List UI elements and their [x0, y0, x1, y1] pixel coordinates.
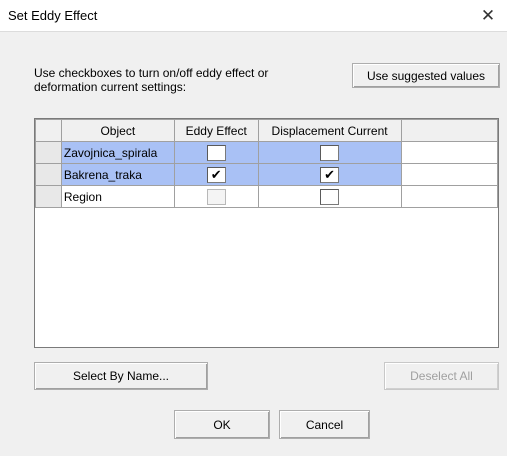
corner-cell [35, 119, 62, 142]
displacement-cell [257, 185, 402, 208]
eddy-cell [173, 185, 259, 208]
table-row[interactable]: Bakrena_traka ✔ ✔ [35, 163, 498, 186]
table-row[interactable]: Region [35, 185, 498, 208]
object-name-cell[interactable]: Region [60, 185, 175, 208]
row-header[interactable] [35, 163, 62, 186]
table-row[interactable]: Zavojnica_spirala [35, 141, 498, 164]
window-title: Set Eddy Effect [8, 8, 98, 23]
cancel-button[interactable]: Cancel [279, 410, 370, 439]
use-suggested-values-button[interactable]: Use suggested values [352, 63, 500, 88]
displacement-cell: ✔ [257, 163, 402, 186]
object-name-cell[interactable]: Zavojnica_spirala [60, 141, 175, 164]
column-header-object[interactable]: Object [60, 119, 175, 142]
objects-table: Object Eddy Effect Displacement Current … [35, 119, 498, 208]
displacement-current-checkbox[interactable] [320, 144, 340, 161]
column-header-displacement-current[interactable]: Displacement Current [257, 119, 402, 142]
instruction-text: Use checkboxes to turn on/off eddy effec… [34, 66, 269, 94]
empty-cell [400, 185, 498, 208]
eddy-cell: ✔ [173, 163, 259, 186]
displacement-current-checkbox[interactable] [320, 188, 340, 205]
displacement-current-checkbox[interactable]: ✔ [320, 166, 340, 183]
column-header-eddy-effect[interactable]: Eddy Effect [173, 119, 259, 142]
displacement-cell [257, 141, 402, 164]
object-name-cell[interactable]: Bakrena_traka [60, 163, 175, 186]
check-mark-icon: ✔ [210, 167, 222, 182]
objects-grid: Object Eddy Effect Displacement Current … [34, 118, 499, 348]
eddy-effect-checkbox [206, 188, 226, 205]
eddy-effect-checkbox[interactable] [206, 144, 226, 161]
row-header[interactable] [35, 185, 62, 208]
title-bar: Set Eddy Effect ✕ [0, 0, 507, 32]
ok-button[interactable]: OK [174, 410, 270, 439]
empty-header-cell [400, 119, 498, 142]
row-header[interactable] [35, 141, 62, 164]
deselect-all-button[interactable]: Deselect All [384, 362, 499, 390]
eddy-effect-checkbox[interactable]: ✔ [206, 166, 226, 183]
table-header-row: Object Eddy Effect Displacement Current [35, 119, 498, 142]
empty-cell [400, 141, 498, 164]
eddy-cell [173, 141, 259, 164]
close-icon[interactable]: ✕ [469, 0, 507, 31]
check-mark-icon: ✔ [324, 167, 336, 182]
select-by-name-button[interactable]: Select By Name... [34, 362, 208, 390]
empty-cell [400, 163, 498, 186]
